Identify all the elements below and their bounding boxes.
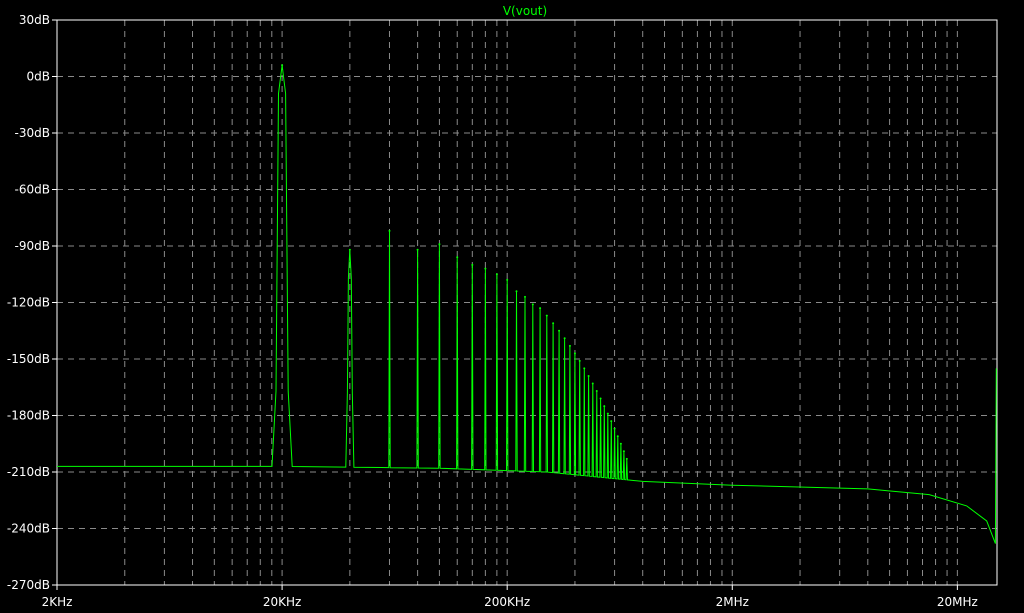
harmonic-peak-point — [599, 397, 602, 400]
x-tick-label: 2MHz — [716, 595, 749, 609]
harmonic-peak-point — [563, 337, 566, 340]
harmonic-peak-point — [568, 344, 571, 347]
harmonic-peak-point — [388, 229, 391, 232]
harmonic-peak-point — [603, 405, 606, 408]
trace-title[interactable]: V(vout) — [503, 4, 547, 18]
spectrum-plot: V(vout) 30dB 0dB -30dB -60dB -90dB -120dB -150… — [0, 0, 1024, 613]
harmonic-peak-point — [606, 412, 609, 415]
harmonic-peak-point — [622, 450, 625, 453]
y-tick-label: -150dB — [7, 352, 50, 366]
y-tick-label: -30dB — [15, 126, 50, 140]
harmonic-peak-point — [595, 390, 598, 393]
y-tick-label: -90dB — [15, 239, 50, 253]
harmonic-peak-point — [438, 243, 441, 246]
harmonic-peak-point — [619, 442, 622, 445]
y-tick-label: -240dB — [7, 522, 50, 536]
harmonic-peak-point — [484, 267, 487, 270]
harmonic-peak-point — [348, 248, 351, 251]
y-tick-label: 0dB — [27, 70, 50, 84]
plot-background — [0, 0, 1024, 613]
harmonic-peak-point — [495, 273, 498, 276]
harmonic-peak-point — [281, 64, 284, 67]
harmonic-peak-point — [610, 420, 613, 423]
harmonic-peak-point — [573, 352, 576, 355]
harmonic-peak-point — [583, 367, 586, 370]
harmonic-peak-point — [515, 290, 518, 293]
harmonic-peak-point — [558, 329, 561, 332]
y-tick-label: -120dB — [7, 296, 50, 310]
harmonic-peak-point — [591, 382, 594, 385]
harmonic-peak-point — [506, 278, 509, 281]
y-tick-label: 30dB — [19, 13, 50, 27]
harmonic-peak-point — [539, 307, 542, 310]
harmonic-peak-point — [587, 374, 590, 377]
harmonic-peak-point — [613, 427, 616, 430]
harmonic-peak-point — [416, 248, 419, 251]
x-tick-label: 20KHz — [263, 595, 301, 609]
y-tick-label: -270dB — [7, 578, 50, 592]
y-tick-label: -60dB — [15, 183, 50, 197]
harmonic-peak-point — [545, 314, 548, 317]
harmonic-peak-point — [578, 359, 581, 362]
harmonic-peak-point — [552, 322, 555, 325]
x-tick-label: 200KHz — [484, 595, 530, 609]
harmonic-peak-point — [456, 256, 459, 259]
harmonic-peak-point — [471, 263, 474, 266]
x-tick-label: 2KHz — [42, 595, 73, 609]
harmonic-peak-point — [531, 303, 534, 306]
x-tick-label: 20MHz — [937, 595, 978, 609]
y-tick-label: -210dB — [7, 465, 50, 479]
harmonic-peak-point — [625, 457, 628, 460]
harmonic-peak-point — [616, 435, 619, 438]
y-tick-label: -180dB — [7, 409, 50, 423]
harmonic-peak-point — [524, 295, 527, 298]
